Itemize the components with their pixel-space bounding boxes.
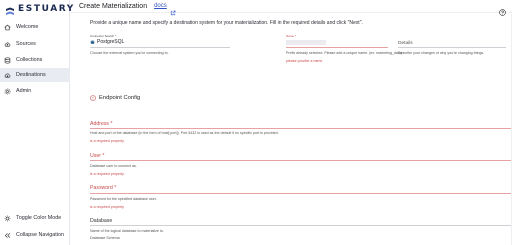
password-label: Password * [90,185,117,191]
password-input[interactable] [90,193,512,194]
details-underline [398,47,506,48]
name-helper: Prefix already selected. Please add a un… [286,51,403,55]
connector-helper: Choose the external system you're connec… [90,51,169,55]
help-icon[interactable] [499,3,506,16]
password-error: is a required property [90,205,124,209]
sidebar-item-label: Sources [16,41,36,47]
collapse-navigation-button[interactable]: Collapse Navigation [0,228,70,242]
collapse-icon [4,232,11,239]
main-content: Provide a unique name and specify a dest… [70,13,512,245]
database-input[interactable] [90,225,512,226]
details-field[interactable]: Details [398,41,413,46]
user-error: is a required property [90,172,124,176]
connector-search-field[interactable]: PostgreSQL [90,39,124,45]
connector-underline [90,47,230,48]
name-label: Name * [286,34,297,38]
gear-icon [4,88,11,95]
sidebar-item-sources[interactable]: Sources [0,37,70,51]
sidebar-item-label: Collections [16,57,43,63]
sidebar-item-label: Admin [16,88,32,94]
details-helper: Describe your changes or why you're chan… [398,51,485,55]
database-helper: Name of the logical database to material… [90,229,164,233]
postgresql-icon [90,39,95,45]
sidebar-item-admin[interactable]: Admin [0,84,70,98]
user-label: User * [90,153,105,159]
cloud-upload-icon [4,41,11,48]
database-label: Database [90,218,113,224]
endpoint-config-label: Endpoint Config [99,95,141,101]
color-mode-icon [4,215,11,222]
address-helper: Host and port of the database (in the fo… [90,131,279,135]
user-helper: Database user to connect as. [90,164,137,168]
connector-search-label: Connector Search * [90,34,117,38]
database-schema-label: Database Schema [90,236,120,240]
password-helper: Password for the specified database user… [90,197,157,201]
sidebar-item-destinations[interactable]: Destinations [0,68,70,82]
toggle-color-mode-button[interactable]: Toggle Color Mode [0,211,70,225]
name-underline [286,47,388,48]
database-icon [4,57,11,64]
name-error: please provide a name [286,59,323,63]
sidebar-item-label: Welcome [16,24,39,30]
brand[interactable]: ESTUARY [5,2,75,16]
page-header: Create Materialization docs [70,0,512,16]
toggle-color-mode-label: Toggle Color Mode [16,215,62,221]
sidebar-item-collections[interactable]: Collections [0,53,70,67]
sidebar-item-welcome[interactable]: Welcome [0,20,70,34]
collapse-navigation-label: Collapse Navigation [16,232,64,238]
brand-name: ESTUARY [18,4,75,14]
connector-value: PostgreSQL [97,39,125,45]
external-link-icon[interactable] [170,3,176,16]
estuary-logo-icon [5,4,15,15]
endpoint-config-title[interactable]: Endpoint Config [90,95,140,101]
error-alert-icon [90,95,96,101]
address-label: Address * [90,121,113,127]
user-input[interactable] [90,160,512,161]
address-input[interactable] [90,128,512,129]
intro-text: Provide a unique name and specify a dest… [90,20,363,26]
docs-link[interactable]: docs [154,3,167,9]
name-prefix-field[interactable] [286,40,326,45]
cloud-download-icon [4,72,11,79]
page-title: Create Materialization [79,2,148,10]
home-icon [4,24,11,31]
sidebar: ESTUARY Welcome Sources Collections Dest… [0,0,73,245]
address-error: is a required property [90,139,124,143]
sidebar-item-label: Destinations [16,72,46,78]
